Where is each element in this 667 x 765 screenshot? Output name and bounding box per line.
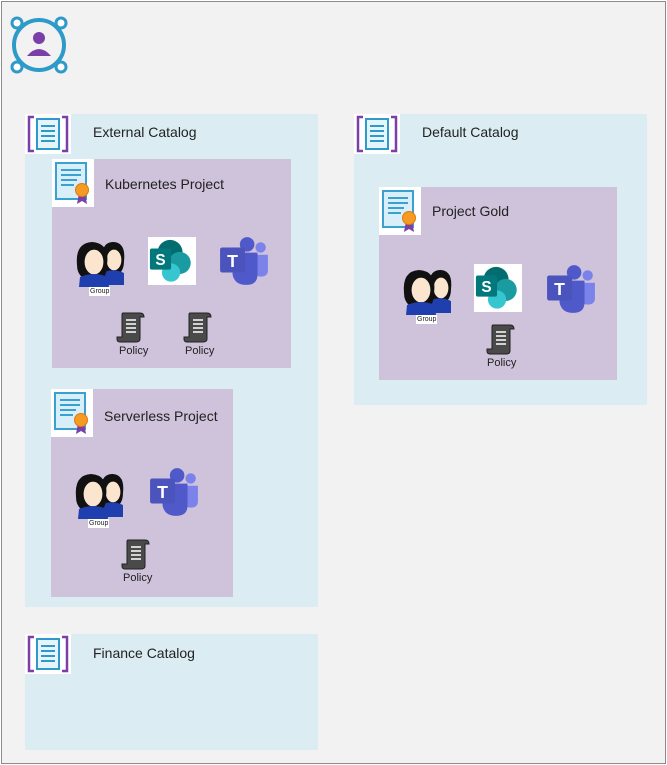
group-label: Group bbox=[88, 519, 110, 528]
project-title: Kubernetes Project bbox=[105, 176, 225, 192]
catalog-title: External Catalog bbox=[93, 124, 197, 140]
project-title: Project Gold bbox=[432, 203, 510, 219]
catalog-icon bbox=[25, 634, 71, 674]
group-icon bbox=[74, 235, 126, 287]
sharepoint-icon bbox=[148, 237, 196, 285]
policy-label: Policy bbox=[487, 357, 517, 369]
policy-label: Policy bbox=[123, 572, 153, 584]
policy-icon bbox=[116, 309, 146, 343]
policy-label: Policy bbox=[119, 345, 149, 357]
sharepoint-icon bbox=[474, 264, 522, 312]
policy-icon bbox=[486, 321, 516, 355]
user-network-icon bbox=[10, 16, 68, 74]
group-icon bbox=[401, 263, 453, 315]
certificate-icon bbox=[379, 187, 421, 235]
group-label: Group bbox=[416, 315, 438, 324]
catalog-title: Finance Catalog bbox=[93, 645, 195, 661]
group-label: Group bbox=[89, 287, 111, 296]
catalog-icon bbox=[354, 114, 400, 154]
teams-icon bbox=[218, 235, 270, 287]
policy-label: Policy bbox=[185, 345, 215, 357]
policy-icon bbox=[121, 536, 151, 570]
project-title: Serverless Project bbox=[104, 408, 218, 424]
teams-icon bbox=[148, 466, 200, 518]
certificate-icon bbox=[51, 389, 93, 437]
catalog-title: Default Catalog bbox=[422, 124, 519, 140]
group-icon bbox=[73, 467, 125, 519]
policy-icon bbox=[183, 309, 213, 343]
teams-icon bbox=[545, 263, 597, 315]
certificate-icon bbox=[52, 159, 94, 207]
catalog-icon bbox=[25, 114, 71, 154]
